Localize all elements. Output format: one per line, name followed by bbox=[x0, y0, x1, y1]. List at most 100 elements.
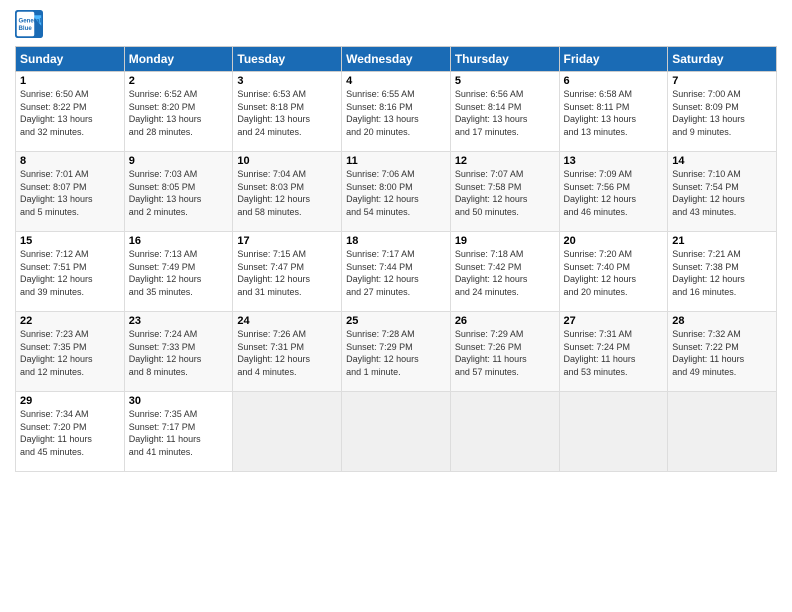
day-cell: 2Sunrise: 6:52 AM Sunset: 8:20 PM Daylig… bbox=[124, 72, 233, 152]
day-info: Sunrise: 7:29 AM Sunset: 7:26 PM Dayligh… bbox=[455, 328, 555, 378]
day-number: 15 bbox=[20, 235, 120, 247]
week-row-1: 1Sunrise: 6:50 AM Sunset: 8:22 PM Daylig… bbox=[16, 72, 777, 152]
day-number: 19 bbox=[455, 235, 555, 247]
week-row-4: 22Sunrise: 7:23 AM Sunset: 7:35 PM Dayli… bbox=[16, 312, 777, 392]
day-number: 25 bbox=[346, 315, 446, 327]
week-row-2: 8Sunrise: 7:01 AM Sunset: 8:07 PM Daylig… bbox=[16, 152, 777, 232]
day-number: 12 bbox=[455, 155, 555, 167]
col-header-thursday: Thursday bbox=[450, 47, 559, 72]
day-number: 26 bbox=[455, 315, 555, 327]
day-cell bbox=[668, 392, 777, 472]
day-number: 11 bbox=[346, 155, 446, 167]
day-info: Sunrise: 6:56 AM Sunset: 8:14 PM Dayligh… bbox=[455, 88, 555, 138]
header-row: SundayMondayTuesdayWednesdayThursdayFrid… bbox=[16, 47, 777, 72]
day-number: 22 bbox=[20, 315, 120, 327]
day-number: 7 bbox=[672, 75, 772, 87]
day-number: 20 bbox=[564, 235, 664, 247]
day-cell: 3Sunrise: 6:53 AM Sunset: 8:18 PM Daylig… bbox=[233, 72, 342, 152]
day-cell: 6Sunrise: 6:58 AM Sunset: 8:11 PM Daylig… bbox=[559, 72, 668, 152]
day-cell: 20Sunrise: 7:20 AM Sunset: 7:40 PM Dayli… bbox=[559, 232, 668, 312]
day-cell: 19Sunrise: 7:18 AM Sunset: 7:42 PM Dayli… bbox=[450, 232, 559, 312]
day-cell bbox=[233, 392, 342, 472]
day-info: Sunrise: 7:21 AM Sunset: 7:38 PM Dayligh… bbox=[672, 248, 772, 298]
week-row-3: 15Sunrise: 7:12 AM Sunset: 7:51 PM Dayli… bbox=[16, 232, 777, 312]
day-info: Sunrise: 7:32 AM Sunset: 7:22 PM Dayligh… bbox=[672, 328, 772, 378]
week-row-5: 29Sunrise: 7:34 AM Sunset: 7:20 PM Dayli… bbox=[16, 392, 777, 472]
day-info: Sunrise: 7:10 AM Sunset: 7:54 PM Dayligh… bbox=[672, 168, 772, 218]
day-number: 29 bbox=[20, 395, 120, 407]
day-cell: 8Sunrise: 7:01 AM Sunset: 8:07 PM Daylig… bbox=[16, 152, 125, 232]
day-cell: 27Sunrise: 7:31 AM Sunset: 7:24 PM Dayli… bbox=[559, 312, 668, 392]
day-number: 27 bbox=[564, 315, 664, 327]
day-cell: 5Sunrise: 6:56 AM Sunset: 8:14 PM Daylig… bbox=[450, 72, 559, 152]
day-info: Sunrise: 6:53 AM Sunset: 8:18 PM Dayligh… bbox=[237, 88, 337, 138]
day-cell: 29Sunrise: 7:34 AM Sunset: 7:20 PM Dayli… bbox=[16, 392, 125, 472]
day-number: 18 bbox=[346, 235, 446, 247]
day-cell: 13Sunrise: 7:09 AM Sunset: 7:56 PM Dayli… bbox=[559, 152, 668, 232]
col-header-sunday: Sunday bbox=[16, 47, 125, 72]
day-cell: 21Sunrise: 7:21 AM Sunset: 7:38 PM Dayli… bbox=[668, 232, 777, 312]
day-number: 4 bbox=[346, 75, 446, 87]
day-cell: 1Sunrise: 6:50 AM Sunset: 8:22 PM Daylig… bbox=[16, 72, 125, 152]
day-cell: 11Sunrise: 7:06 AM Sunset: 8:00 PM Dayli… bbox=[342, 152, 451, 232]
col-header-monday: Monday bbox=[124, 47, 233, 72]
day-number: 8 bbox=[20, 155, 120, 167]
day-cell: 26Sunrise: 7:29 AM Sunset: 7:26 PM Dayli… bbox=[450, 312, 559, 392]
day-cell bbox=[450, 392, 559, 472]
day-cell bbox=[342, 392, 451, 472]
day-info: Sunrise: 7:20 AM Sunset: 7:40 PM Dayligh… bbox=[564, 248, 664, 298]
day-cell: 22Sunrise: 7:23 AM Sunset: 7:35 PM Dayli… bbox=[16, 312, 125, 392]
day-cell: 7Sunrise: 7:00 AM Sunset: 8:09 PM Daylig… bbox=[668, 72, 777, 152]
day-info: Sunrise: 7:04 AM Sunset: 8:03 PM Dayligh… bbox=[237, 168, 337, 218]
svg-text:General: General bbox=[19, 17, 42, 24]
day-number: 23 bbox=[129, 315, 229, 327]
day-info: Sunrise: 6:55 AM Sunset: 8:16 PM Dayligh… bbox=[346, 88, 446, 138]
day-number: 3 bbox=[237, 75, 337, 87]
day-cell: 4Sunrise: 6:55 AM Sunset: 8:16 PM Daylig… bbox=[342, 72, 451, 152]
day-info: Sunrise: 7:34 AM Sunset: 7:20 PM Dayligh… bbox=[20, 408, 120, 458]
day-info: Sunrise: 6:52 AM Sunset: 8:20 PM Dayligh… bbox=[129, 88, 229, 138]
day-cell: 10Sunrise: 7:04 AM Sunset: 8:03 PM Dayli… bbox=[233, 152, 342, 232]
day-info: Sunrise: 7:03 AM Sunset: 8:05 PM Dayligh… bbox=[129, 168, 229, 218]
day-number: 24 bbox=[237, 315, 337, 327]
day-number: 16 bbox=[129, 235, 229, 247]
day-cell: 25Sunrise: 7:28 AM Sunset: 7:29 PM Dayli… bbox=[342, 312, 451, 392]
day-info: Sunrise: 7:31 AM Sunset: 7:24 PM Dayligh… bbox=[564, 328, 664, 378]
day-number: 6 bbox=[564, 75, 664, 87]
svg-text:Blue: Blue bbox=[19, 25, 33, 32]
day-number: 1 bbox=[20, 75, 120, 87]
day-info: Sunrise: 6:58 AM Sunset: 8:11 PM Dayligh… bbox=[564, 88, 664, 138]
day-info: Sunrise: 7:09 AM Sunset: 7:56 PM Dayligh… bbox=[564, 168, 664, 218]
day-info: Sunrise: 7:00 AM Sunset: 8:09 PM Dayligh… bbox=[672, 88, 772, 138]
day-number: 21 bbox=[672, 235, 772, 247]
day-info: Sunrise: 7:24 AM Sunset: 7:33 PM Dayligh… bbox=[129, 328, 229, 378]
day-info: Sunrise: 7:13 AM Sunset: 7:49 PM Dayligh… bbox=[129, 248, 229, 298]
col-header-friday: Friday bbox=[559, 47, 668, 72]
day-cell: 24Sunrise: 7:26 AM Sunset: 7:31 PM Dayli… bbox=[233, 312, 342, 392]
calendar-table: SundayMondayTuesdayWednesdayThursdayFrid… bbox=[15, 46, 777, 472]
day-cell: 18Sunrise: 7:17 AM Sunset: 7:44 PM Dayli… bbox=[342, 232, 451, 312]
day-number: 14 bbox=[672, 155, 772, 167]
logo-icon: General Blue bbox=[15, 10, 43, 38]
day-cell: 28Sunrise: 7:32 AM Sunset: 7:22 PM Dayli… bbox=[668, 312, 777, 392]
day-cell: 23Sunrise: 7:24 AM Sunset: 7:33 PM Dayli… bbox=[124, 312, 233, 392]
col-header-wednesday: Wednesday bbox=[342, 47, 451, 72]
day-info: Sunrise: 7:18 AM Sunset: 7:42 PM Dayligh… bbox=[455, 248, 555, 298]
day-number: 13 bbox=[564, 155, 664, 167]
day-info: Sunrise: 7:12 AM Sunset: 7:51 PM Dayligh… bbox=[20, 248, 120, 298]
day-info: Sunrise: 7:01 AM Sunset: 8:07 PM Dayligh… bbox=[20, 168, 120, 218]
day-cell bbox=[559, 392, 668, 472]
day-cell: 12Sunrise: 7:07 AM Sunset: 7:58 PM Dayli… bbox=[450, 152, 559, 232]
day-info: Sunrise: 7:07 AM Sunset: 7:58 PM Dayligh… bbox=[455, 168, 555, 218]
day-cell: 15Sunrise: 7:12 AM Sunset: 7:51 PM Dayli… bbox=[16, 232, 125, 312]
col-header-tuesday: Tuesday bbox=[233, 47, 342, 72]
col-header-saturday: Saturday bbox=[668, 47, 777, 72]
logo: General Blue bbox=[15, 10, 47, 38]
day-info: Sunrise: 7:23 AM Sunset: 7:35 PM Dayligh… bbox=[20, 328, 120, 378]
day-number: 30 bbox=[129, 395, 229, 407]
header: General Blue bbox=[15, 10, 777, 38]
day-number: 9 bbox=[129, 155, 229, 167]
day-info: Sunrise: 6:50 AM Sunset: 8:22 PM Dayligh… bbox=[20, 88, 120, 138]
day-number: 28 bbox=[672, 315, 772, 327]
day-info: Sunrise: 7:17 AM Sunset: 7:44 PM Dayligh… bbox=[346, 248, 446, 298]
